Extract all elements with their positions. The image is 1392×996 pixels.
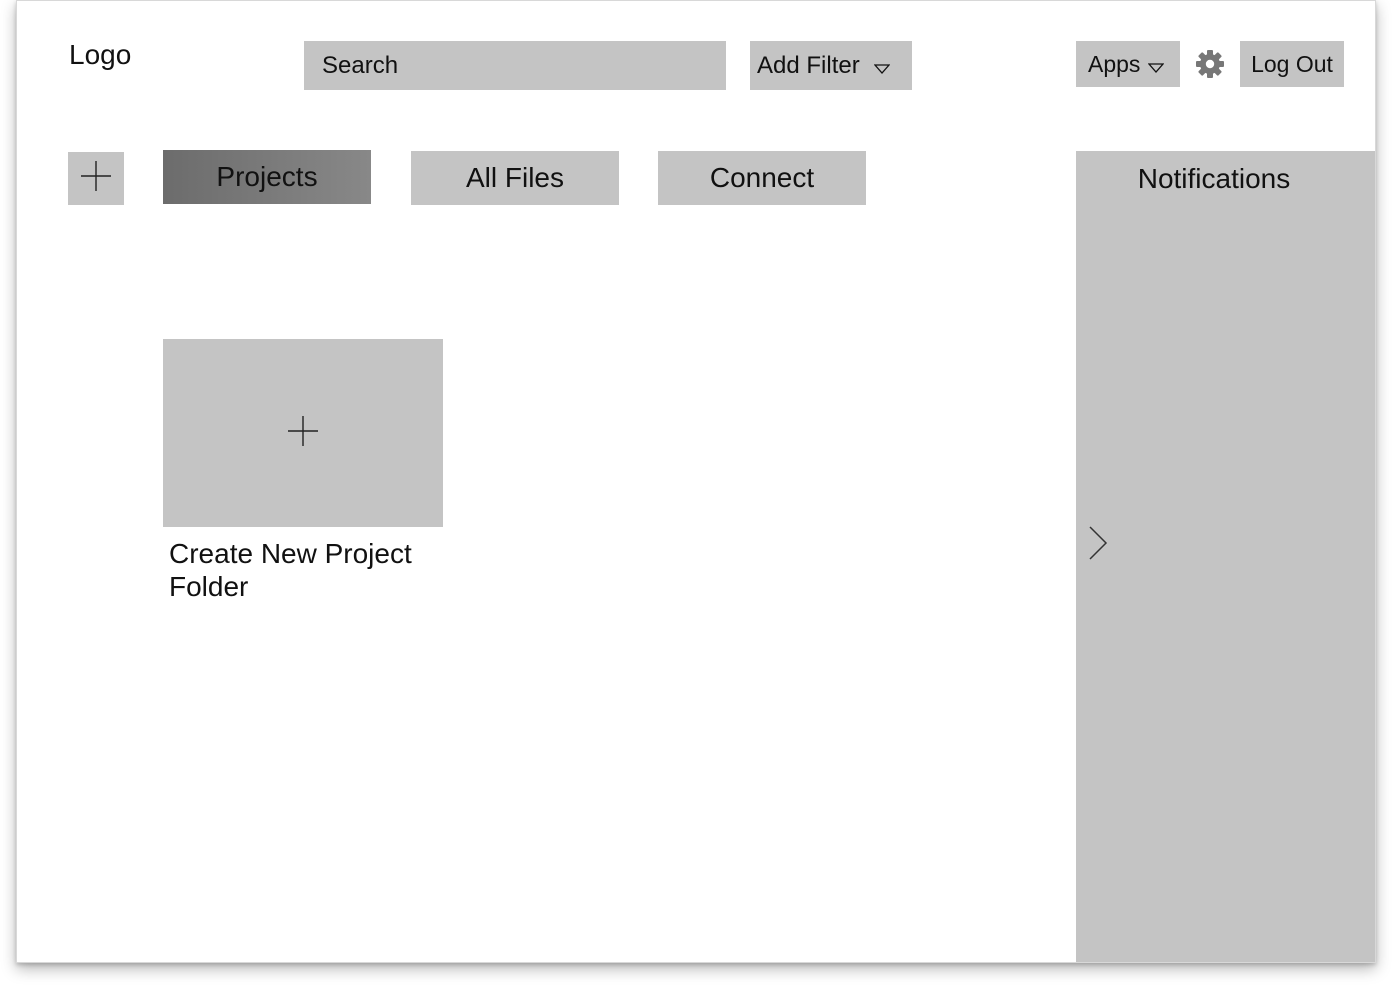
plus-icon	[80, 160, 112, 197]
apps-dropdown[interactable]: Apps	[1076, 41, 1180, 87]
notifications-title: Notifications	[1137, 163, 1291, 194]
plus-icon	[287, 415, 319, 452]
tab-label: All Files	[465, 162, 564, 193]
apps-label: Apps	[1088, 50, 1141, 77]
chevron-right-icon[interactable]	[1086, 525, 1110, 561]
gear-icon[interactable]	[1194, 48, 1226, 80]
tab-projects[interactable]: Projects	[163, 150, 371, 204]
tab-connect[interactable]: Connect	[658, 151, 866, 205]
logo[interactable]: Logo	[69, 39, 131, 71]
add-filter-dropdown[interactable]: Add Filter	[750, 41, 912, 90]
notifications-panel: Notifications	[1076, 151, 1375, 962]
create-project-card[interactable]	[163, 339, 443, 527]
triangle-down-icon	[1148, 52, 1165, 79]
app-window: Logo Add Filter Apps	[16, 0, 1376, 963]
logout-label: Log Out	[1251, 50, 1333, 77]
tab-label: Projects	[216, 161, 318, 192]
search-input[interactable]	[304, 41, 726, 90]
add-filter-label: Add Filter	[757, 51, 860, 79]
tab-label: Connect	[709, 162, 815, 193]
logout-button[interactable]: Log Out	[1240, 41, 1344, 87]
add-button[interactable]	[68, 152, 124, 205]
tab-all-files[interactable]: All Files	[411, 151, 619, 205]
triangle-down-icon	[873, 53, 891, 81]
create-project-label[interactable]: Create New Project Folder	[169, 537, 469, 603]
